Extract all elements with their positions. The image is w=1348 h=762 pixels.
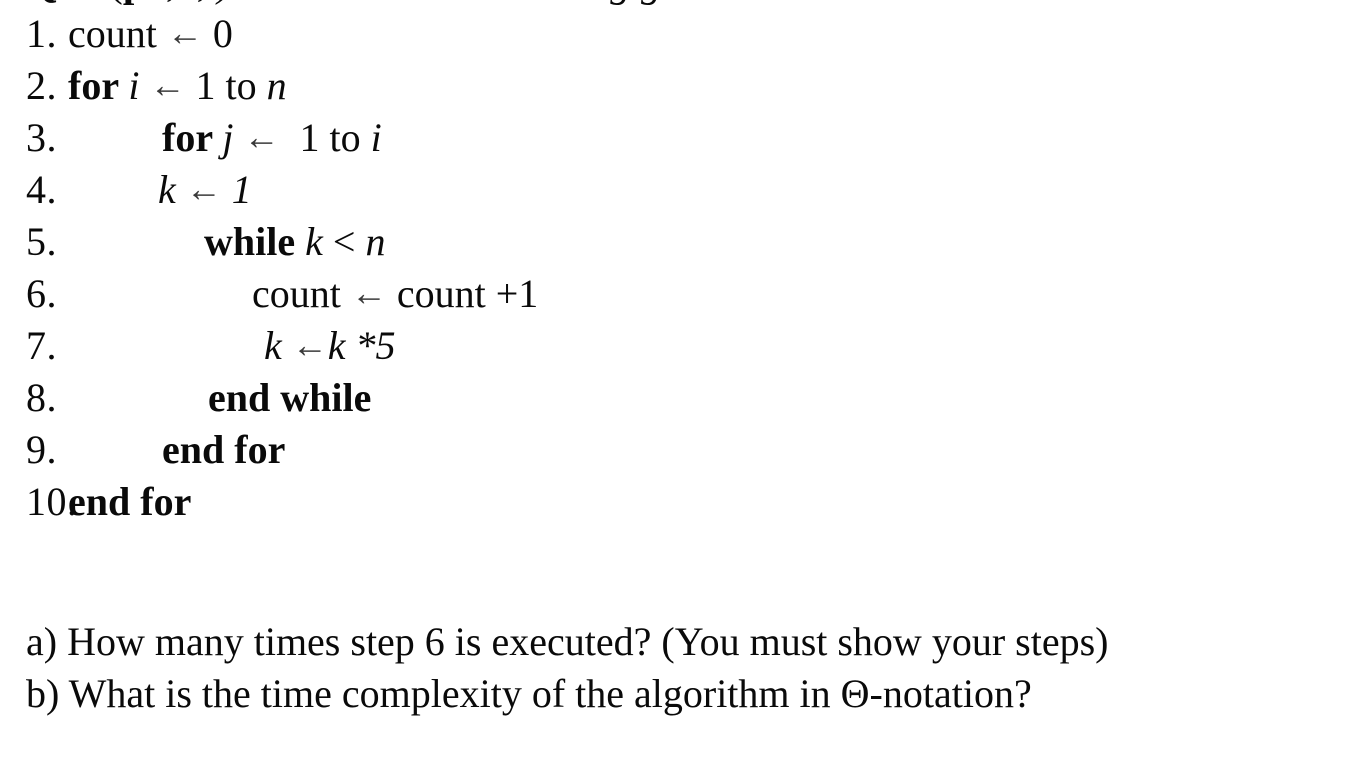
pseudocode-line: 9. end for — [0, 424, 1348, 476]
code-token: 1 — [221, 167, 252, 212]
code-token: 1 to — [185, 63, 267, 108]
question-a: a) How many times step 6 is executed? (Y… — [26, 619, 1109, 664]
line-number: 4. — [26, 167, 57, 212]
line-number: 9. — [26, 427, 57, 472]
questions-block: a) How many times step 6 is executed? (Y… — [0, 616, 1348, 720]
code-token: k — [305, 219, 333, 264]
line-number: 5. — [26, 219, 57, 264]
code-token: for — [162, 115, 223, 160]
code-token: for — [68, 63, 129, 108]
document-page: Q (p , , ) g g 1.count ← 02.for i ← 1 to… — [0, 0, 1348, 762]
code-token: 0 — [202, 11, 233, 56]
code-token: k — [264, 323, 292, 368]
code-token: count — [68, 11, 167, 56]
assignment-arrow-icon: ← — [149, 65, 186, 105]
code-token: k — [158, 167, 186, 212]
code-token: j — [222, 115, 244, 160]
code-token: count — [252, 271, 351, 316]
code-token: i — [128, 63, 150, 108]
pseudocode-line: 5. while k < n — [0, 216, 1348, 268]
line-content: k ←k *5 — [264, 320, 396, 373]
question-b: b) What is the time complexity of the al… — [26, 671, 1032, 716]
line-number: 8. — [26, 375, 57, 420]
line-content: count ← count +1 — [252, 268, 538, 321]
line-content: for i ← 1 to n — [68, 60, 287, 113]
line-content: k ← 1 — [158, 164, 252, 217]
code-token: while — [204, 219, 306, 264]
line-content: end while — [208, 372, 371, 424]
line-content: count ← 0 — [68, 8, 233, 61]
pseudocode-line: 1. count ← 0 — [0, 8, 1348, 60]
code-token: *5 — [345, 323, 396, 368]
pseudocode-line: 2. for i ← 1 to n — [0, 60, 1348, 112]
assignment-arrow-icon: ← — [185, 169, 222, 209]
truncated-header-line: Q (p , , ) g g — [0, 0, 1348, 8]
line-number: 1. — [26, 11, 57, 56]
code-token: n — [365, 219, 386, 264]
line-content: while k < n — [204, 216, 385, 268]
assignment-arrow-icon: ← — [243, 117, 280, 157]
line-content: end for — [68, 476, 191, 528]
assignment-arrow-icon: ← — [350, 273, 387, 313]
code-token: end while — [208, 375, 372, 420]
assignment-arrow-icon: ← — [291, 325, 328, 365]
pseudocode-line: 6. count ← count +1 — [0, 268, 1348, 320]
code-token: end for — [68, 479, 192, 524]
pseudocode-line: 7. k ←k *5 — [0, 320, 1348, 372]
code-token: i — [370, 115, 382, 160]
code-token: n — [266, 63, 287, 108]
code-token: k — [327, 323, 346, 368]
line-number: 7. — [26, 323, 57, 368]
pseudocode-line: 3. for j ← 1 to i — [0, 112, 1348, 164]
code-token: < — [332, 219, 366, 264]
pseudocode-line: 4. k ← 1 — [0, 164, 1348, 216]
pseudocode-line: 10. end for — [0, 476, 1348, 528]
pseudocode-listing: 1. count ← 0 2. for i ← 1 to n 3. for j ← 1 t… — [0, 8, 1348, 528]
pseudocode-line: 8. end while — [0, 372, 1348, 424]
line-number: 3. — [26, 115, 57, 160]
code-token: 1 to — [279, 115, 371, 160]
line-number: 6. — [26, 271, 57, 316]
assignment-arrow-icon: ← — [166, 13, 203, 53]
line-number: 10. — [26, 479, 78, 524]
code-token: end for — [162, 427, 286, 472]
line-content: end for — [162, 424, 285, 476]
code-token: count +1 — [386, 271, 539, 316]
line-number: 2. — [26, 63, 57, 108]
line-content: for j ← 1 to i — [162, 112, 382, 165]
